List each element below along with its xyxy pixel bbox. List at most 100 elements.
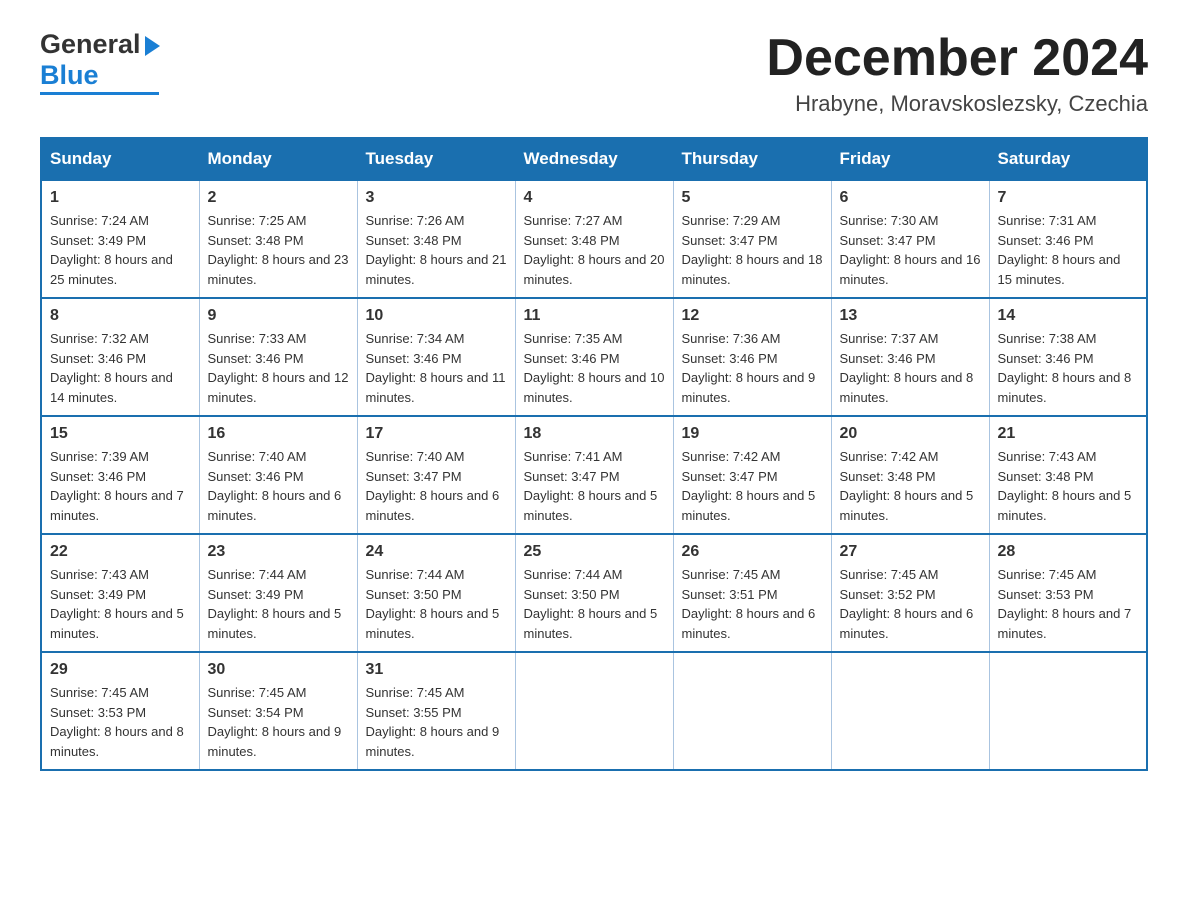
day-number: 19 (682, 425, 823, 443)
day-info: Sunrise: 7:45 AMSunset: 3:52 PMDaylight:… (840, 565, 981, 643)
col-tuesday: Tuesday (357, 138, 515, 180)
day-info: Sunrise: 7:44 AMSunset: 3:50 PMDaylight:… (524, 565, 665, 643)
day-info: Sunrise: 7:25 AMSunset: 3:48 PMDaylight:… (208, 211, 349, 289)
table-row: 1 Sunrise: 7:24 AMSunset: 3:49 PMDayligh… (41, 180, 199, 298)
col-friday: Friday (831, 138, 989, 180)
day-number: 14 (998, 307, 1139, 325)
day-number: 25 (524, 543, 665, 561)
day-number: 18 (524, 425, 665, 443)
day-info: Sunrise: 7:45 AMSunset: 3:51 PMDaylight:… (682, 565, 823, 643)
day-number: 20 (840, 425, 981, 443)
day-number: 8 (50, 307, 191, 325)
table-row: 11 Sunrise: 7:35 AMSunset: 3:46 PMDaylig… (515, 298, 673, 416)
day-number: 23 (208, 543, 349, 561)
day-number: 7 (998, 189, 1139, 207)
table-row: 31 Sunrise: 7:45 AMSunset: 3:55 PMDaylig… (357, 652, 515, 770)
day-number: 31 (366, 661, 507, 679)
calendar-week-3: 15 Sunrise: 7:39 AMSunset: 3:46 PMDaylig… (41, 416, 1147, 534)
day-number: 28 (998, 543, 1139, 561)
day-number: 22 (50, 543, 191, 561)
table-row: 28 Sunrise: 7:45 AMSunset: 3:53 PMDaylig… (989, 534, 1147, 652)
table-row (515, 652, 673, 770)
day-info: Sunrise: 7:35 AMSunset: 3:46 PMDaylight:… (524, 329, 665, 407)
calendar-week-2: 8 Sunrise: 7:32 AMSunset: 3:46 PMDayligh… (41, 298, 1147, 416)
day-info: Sunrise: 7:45 AMSunset: 3:54 PMDaylight:… (208, 683, 349, 761)
logo: General Blue (40, 30, 160, 95)
day-number: 17 (366, 425, 507, 443)
table-row: 4 Sunrise: 7:27 AMSunset: 3:48 PMDayligh… (515, 180, 673, 298)
day-info: Sunrise: 7:43 AMSunset: 3:48 PMDaylight:… (998, 447, 1139, 525)
day-info: Sunrise: 7:44 AMSunset: 3:50 PMDaylight:… (366, 565, 507, 643)
table-row: 7 Sunrise: 7:31 AMSunset: 3:46 PMDayligh… (989, 180, 1147, 298)
day-info: Sunrise: 7:30 AMSunset: 3:47 PMDaylight:… (840, 211, 981, 289)
calendar-header-row: Sunday Monday Tuesday Wednesday Thursday… (41, 138, 1147, 180)
table-row: 24 Sunrise: 7:44 AMSunset: 3:50 PMDaylig… (357, 534, 515, 652)
calendar-table: Sunday Monday Tuesday Wednesday Thursday… (40, 137, 1148, 771)
col-sunday: Sunday (41, 138, 199, 180)
day-info: Sunrise: 7:40 AMSunset: 3:47 PMDaylight:… (366, 447, 507, 525)
calendar-week-4: 22 Sunrise: 7:43 AMSunset: 3:49 PMDaylig… (41, 534, 1147, 652)
day-info: Sunrise: 7:27 AMSunset: 3:48 PMDaylight:… (524, 211, 665, 289)
subtitle: Hrabyne, Moravskoslezsky, Czechia (766, 91, 1148, 117)
table-row: 5 Sunrise: 7:29 AMSunset: 3:47 PMDayligh… (673, 180, 831, 298)
calendar-week-5: 29 Sunrise: 7:45 AMSunset: 3:53 PMDaylig… (41, 652, 1147, 770)
day-info: Sunrise: 7:42 AMSunset: 3:47 PMDaylight:… (682, 447, 823, 525)
table-row: 3 Sunrise: 7:26 AMSunset: 3:48 PMDayligh… (357, 180, 515, 298)
table-row (989, 652, 1147, 770)
logo-blue-text: Blue (40, 60, 159, 95)
table-row: 17 Sunrise: 7:40 AMSunset: 3:47 PMDaylig… (357, 416, 515, 534)
table-row: 14 Sunrise: 7:38 AMSunset: 3:46 PMDaylig… (989, 298, 1147, 416)
table-row: 16 Sunrise: 7:40 AMSunset: 3:46 PMDaylig… (199, 416, 357, 534)
table-row: 20 Sunrise: 7:42 AMSunset: 3:48 PMDaylig… (831, 416, 989, 534)
day-info: Sunrise: 7:42 AMSunset: 3:48 PMDaylight:… (840, 447, 981, 525)
day-number: 11 (524, 307, 665, 325)
page-header: General Blue December 2024 Hrabyne, Mora… (40, 30, 1148, 117)
logo-general: General (40, 30, 160, 60)
table-row: 26 Sunrise: 7:45 AMSunset: 3:51 PMDaylig… (673, 534, 831, 652)
day-number: 21 (998, 425, 1139, 443)
col-saturday: Saturday (989, 138, 1147, 180)
table-row: 29 Sunrise: 7:45 AMSunset: 3:53 PMDaylig… (41, 652, 199, 770)
day-info: Sunrise: 7:40 AMSunset: 3:46 PMDaylight:… (208, 447, 349, 525)
day-info: Sunrise: 7:29 AMSunset: 3:47 PMDaylight:… (682, 211, 823, 289)
day-number: 29 (50, 661, 191, 679)
day-number: 6 (840, 189, 981, 207)
day-number: 2 (208, 189, 349, 207)
main-title: December 2024 (766, 30, 1148, 87)
day-info: Sunrise: 7:45 AMSunset: 3:53 PMDaylight:… (50, 683, 191, 761)
day-info: Sunrise: 7:31 AMSunset: 3:46 PMDaylight:… (998, 211, 1139, 289)
calendar-week-1: 1 Sunrise: 7:24 AMSunset: 3:49 PMDayligh… (41, 180, 1147, 298)
logo-blue-row: Blue (40, 60, 160, 95)
day-number: 3 (366, 189, 507, 207)
table-row: 19 Sunrise: 7:42 AMSunset: 3:47 PMDaylig… (673, 416, 831, 534)
day-number: 30 (208, 661, 349, 679)
table-row: 22 Sunrise: 7:43 AMSunset: 3:49 PMDaylig… (41, 534, 199, 652)
day-info: Sunrise: 7:36 AMSunset: 3:46 PMDaylight:… (682, 329, 823, 407)
table-row: 18 Sunrise: 7:41 AMSunset: 3:47 PMDaylig… (515, 416, 673, 534)
day-number: 24 (366, 543, 507, 561)
table-row: 15 Sunrise: 7:39 AMSunset: 3:46 PMDaylig… (41, 416, 199, 534)
table-row: 23 Sunrise: 7:44 AMSunset: 3:49 PMDaylig… (199, 534, 357, 652)
table-row: 13 Sunrise: 7:37 AMSunset: 3:46 PMDaylig… (831, 298, 989, 416)
table-row: 8 Sunrise: 7:32 AMSunset: 3:46 PMDayligh… (41, 298, 199, 416)
table-row: 9 Sunrise: 7:33 AMSunset: 3:46 PMDayligh… (199, 298, 357, 416)
table-row: 6 Sunrise: 7:30 AMSunset: 3:47 PMDayligh… (831, 180, 989, 298)
table-row: 12 Sunrise: 7:36 AMSunset: 3:46 PMDaylig… (673, 298, 831, 416)
day-number: 12 (682, 307, 823, 325)
day-number: 4 (524, 189, 665, 207)
col-thursday: Thursday (673, 138, 831, 180)
day-number: 9 (208, 307, 349, 325)
table-row: 25 Sunrise: 7:44 AMSunset: 3:50 PMDaylig… (515, 534, 673, 652)
day-info: Sunrise: 7:26 AMSunset: 3:48 PMDaylight:… (366, 211, 507, 289)
day-number: 5 (682, 189, 823, 207)
day-info: Sunrise: 7:38 AMSunset: 3:46 PMDaylight:… (998, 329, 1139, 407)
table-row: 10 Sunrise: 7:34 AMSunset: 3:46 PMDaylig… (357, 298, 515, 416)
table-row: 2 Sunrise: 7:25 AMSunset: 3:48 PMDayligh… (199, 180, 357, 298)
day-info: Sunrise: 7:45 AMSunset: 3:55 PMDaylight:… (366, 683, 507, 761)
day-number: 26 (682, 543, 823, 561)
table-row (831, 652, 989, 770)
day-number: 10 (366, 307, 507, 325)
day-info: Sunrise: 7:41 AMSunset: 3:47 PMDaylight:… (524, 447, 665, 525)
day-info: Sunrise: 7:37 AMSunset: 3:46 PMDaylight:… (840, 329, 981, 407)
day-info: Sunrise: 7:44 AMSunset: 3:49 PMDaylight:… (208, 565, 349, 643)
